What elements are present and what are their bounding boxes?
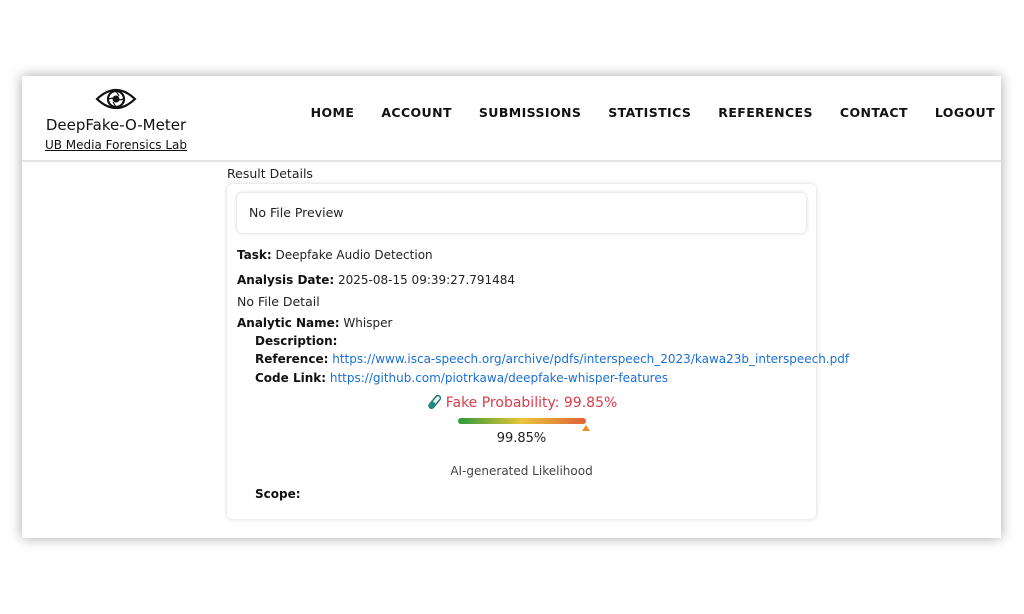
lab-link[interactable]: UB Media Forensics Lab bbox=[45, 138, 187, 152]
nav-statistics[interactable]: STATISTICS bbox=[608, 105, 691, 120]
code-label: Code Link: bbox=[255, 371, 327, 385]
code-link[interactable]: https://github.com/piotrkawa/deepfake-wh… bbox=[330, 371, 668, 385]
date-label: Analysis Date: bbox=[237, 273, 335, 287]
description-row: Description: bbox=[255, 334, 337, 348]
analytic-value: Whisper bbox=[343, 316, 393, 330]
section-title: Result Details bbox=[227, 166, 313, 181]
file-detail: No File Detail bbox=[237, 294, 320, 309]
probability-percent: 99.85% bbox=[496, 431, 547, 446]
scope-row: Scope: bbox=[255, 487, 301, 501]
analytic-row: Analytic Name: Whisper bbox=[237, 316, 392, 330]
date-value: 2025-08-15 09:39:27.791484 bbox=[338, 273, 516, 287]
description-label: Description: bbox=[255, 334, 338, 348]
task-value: Deepfake Audio Detection bbox=[275, 248, 433, 262]
fake-probability: Fake Probability: 99.85% bbox=[227, 394, 816, 411]
probability-text: Fake Probability: 99.85% bbox=[445, 395, 618, 411]
task-label: Task: bbox=[237, 248, 272, 262]
analytic-label: Analytic Name: bbox=[237, 316, 340, 330]
code-row: Code Link: https://github.com/piotrkawa/… bbox=[255, 371, 668, 385]
date-row: Analysis Date: 2025-08-15 09:39:27.79148… bbox=[237, 273, 515, 287]
main-nav: HOME ACCOUNT SUBMISSIONS STATISTICS REFE… bbox=[284, 105, 995, 120]
nav-home[interactable]: HOME bbox=[311, 105, 355, 120]
nav-references[interactable]: REFERENCES bbox=[718, 105, 813, 120]
browser-window: DeepFake-O-Meter UB Media Forensics Lab … bbox=[22, 76, 1001, 538]
scope-label: Scope: bbox=[255, 487, 301, 501]
nav-logout[interactable]: LOGOUT bbox=[935, 105, 995, 120]
probability-meter bbox=[458, 418, 586, 424]
task-row: Task: Deepfake Audio Detection bbox=[237, 248, 433, 262]
file-preview: No File Preview bbox=[237, 193, 806, 233]
eye-shutter-icon bbox=[95, 88, 137, 110]
nav-contact[interactable]: CONTACT bbox=[840, 105, 908, 120]
result-card: No File Preview Task: Deepfake Audio Det… bbox=[227, 184, 849, 519]
reference-label: Reference: bbox=[255, 352, 329, 366]
brand-name: DeepFake-O-Meter bbox=[45, 116, 187, 134]
nav-account[interactable]: ACCOUNT bbox=[381, 105, 452, 120]
test-tube-icon bbox=[428, 394, 441, 409]
reference-link[interactable]: https://www.isca-speech.org/archive/pdfs… bbox=[332, 352, 849, 366]
reference-row: Reference: https://www.isca-speech.org/a… bbox=[255, 352, 849, 366]
site-header: DeepFake-O-Meter UB Media Forensics Lab … bbox=[22, 76, 1001, 162]
likelihood-label: AI-generated Likelihood bbox=[450, 464, 593, 478]
nav-submissions[interactable]: SUBMISSIONS bbox=[479, 105, 581, 120]
site-logo[interactable]: DeepFake-O-Meter UB Media Forensics Lab bbox=[32, 84, 200, 153]
